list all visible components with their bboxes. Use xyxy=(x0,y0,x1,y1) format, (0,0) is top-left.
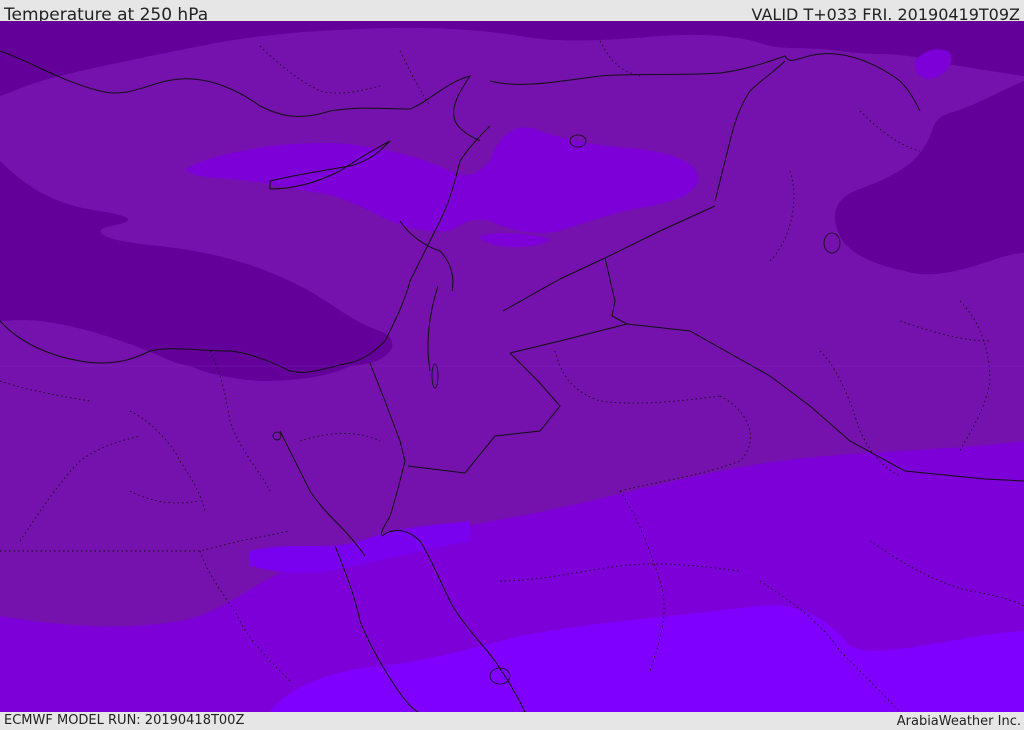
credit-text: ArabiaWeather Inc. xyxy=(896,714,1021,729)
model-run: ECMWF MODEL RUN: 20190418T00Z xyxy=(4,713,245,728)
footer-bar: ECMWF MODEL RUN: 20190418T00Z ArabiaWeat… xyxy=(0,712,1024,729)
temperature-map[interactable] xyxy=(0,21,1024,712)
header-bar: Temperature at 250 hPa VALID T+033 FRI. … xyxy=(0,0,1024,25)
